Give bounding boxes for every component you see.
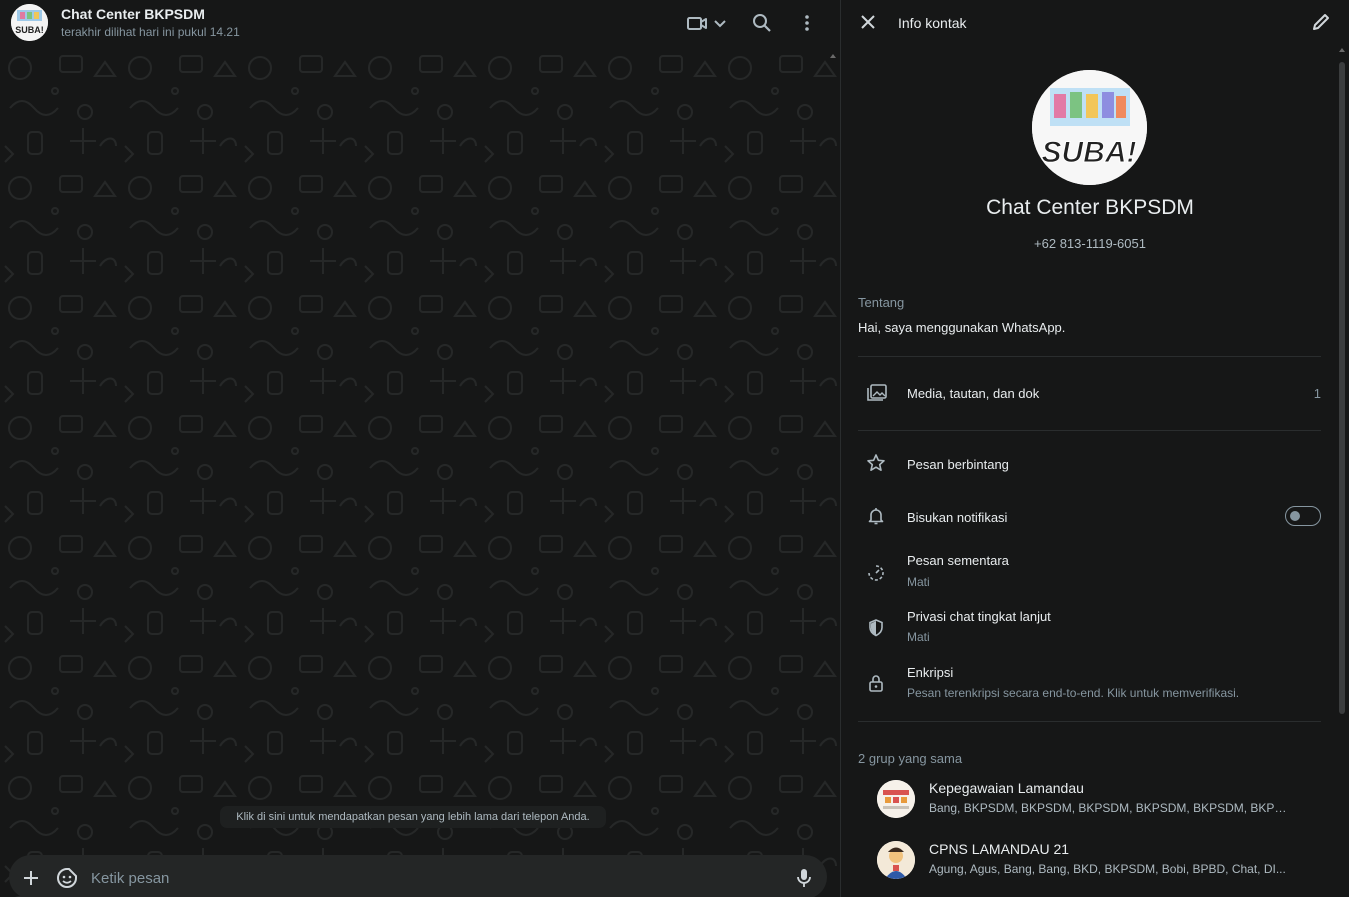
group-name: CPNS LAMANDAU 21 [929,841,1070,857]
group-item-kepegawaian[interactable]: Kepegawaian Lamandau Bang, BKPSDM, BKPSD… [877,780,1317,830]
media-count: 1 [1313,386,1321,401]
advanced-privacy-row[interactable]: Privasi chat tingkat lanjut Mati [858,609,1321,649]
contact-avatar[interactable]: SUBA! [11,4,48,41]
edit-icon[interactable] [1311,12,1331,32]
mute-label: Bisukan notifikasi [907,510,1008,525]
media-links-docs-row[interactable]: Media, tautan, dan dok 1 [858,383,1321,405]
older-messages-hint[interactable]: Klik di sini untuk mendapatkan pesan yan… [220,806,606,828]
privacy-label: Privasi chat tingkat lanjut [907,609,1051,624]
about-text: Hai, saya menggunakan WhatsApp. [858,320,1066,335]
group-item-cpns[interactable]: CPNS LAMANDAU 21 Agung, Agus, Bang, Bang… [877,841,1317,891]
media-icon [866,383,887,403]
group-avatar [877,780,915,818]
starred-messages-row[interactable]: Pesan berbintang [858,453,1321,475]
sticker-icon[interactable] [56,867,78,889]
toggle-knob [1290,511,1300,521]
last-seen-status: terakhir dilihat hari ini pukul 14.21 [61,25,240,39]
divider [858,430,1321,431]
starred-label: Pesan berbintang [907,457,1009,472]
encryption-row[interactable]: Enkripsi Pesan terenkripsi secara end-to… [858,665,1321,705]
contact-phone: +62 813-1119-6051 [1034,236,1146,251]
info-panel-title: Info kontak [898,15,967,31]
scroll-up-arrow[interactable] [830,54,836,58]
menu-icon[interactable] [796,12,818,34]
about-label: Tentang [858,295,905,310]
chat-header-text[interactable]: Chat Center BKPSDM terakhir dilihat hari… [61,6,240,39]
group-avatar [877,841,915,879]
message-composer [9,855,827,897]
svg-text:SUBA!: SUBA! [15,25,44,35]
privacy-value: Mati [907,630,930,644]
mute-notifications-row[interactable]: Bisukan notifikasi [858,506,1321,528]
chat-wallpaper [0,46,840,897]
info-scrollbar[interactable] [1339,62,1345,714]
doodle-pattern [0,46,840,897]
shield-icon [866,618,886,638]
chat-header: SUBA! Chat Center BKPSDM terakhir diliha… [0,0,840,46]
star-icon [866,453,886,473]
group-members: Agung, Agus, Bang, Bang, BKD, BKPSDM, Bo… [929,862,1286,876]
close-icon[interactable] [858,12,878,32]
group-name: Kepegawaian Lamandau [929,780,1084,796]
media-label: Media, tautan, dan dok [907,386,1040,401]
encryption-text: Pesan terenkripsi secara end-to-end. Kli… [907,686,1240,700]
plus-icon[interactable] [20,867,42,889]
group-members: Bang, BKPSDM, BKPSDM, BKPSDM, BKPSDM, BK… [929,801,1289,815]
disappearing-label: Pesan sementara [907,553,1009,568]
bell-icon [866,506,886,526]
divider [858,356,1321,357]
mute-toggle[interactable] [1285,506,1321,526]
divider [858,721,1321,722]
scroll-up-arrow[interactable] [1339,48,1345,52]
chevron-down-icon[interactable] [711,12,729,34]
disappearing-value: Mati [907,575,930,589]
chat-title: Chat Center BKPSDM [61,6,205,22]
encryption-label: Enkripsi [907,665,954,680]
message-input[interactable] [91,865,771,891]
common-groups-label: 2 grup yang sama [858,751,963,766]
chat-pane: SUBA! Chat Center BKPSDM terakhir diliha… [0,0,840,897]
contact-name: Chat Center BKPSDM [986,196,1194,219]
disappearing-messages-row[interactable]: Pesan sementara Mati [858,553,1321,593]
svg-text:SUBA!: SUBA! [1042,136,1137,169]
contact-info-panel: Info kontak SUBA! Chat Center BKPSDM +62… [841,0,1349,897]
search-icon[interactable] [751,12,773,34]
lock-icon [866,673,886,693]
contact-profile-photo[interactable]: SUBA! [1032,70,1147,185]
video-call-icon[interactable] [686,12,708,34]
timer-icon [866,563,886,583]
mic-icon[interactable] [793,867,815,889]
